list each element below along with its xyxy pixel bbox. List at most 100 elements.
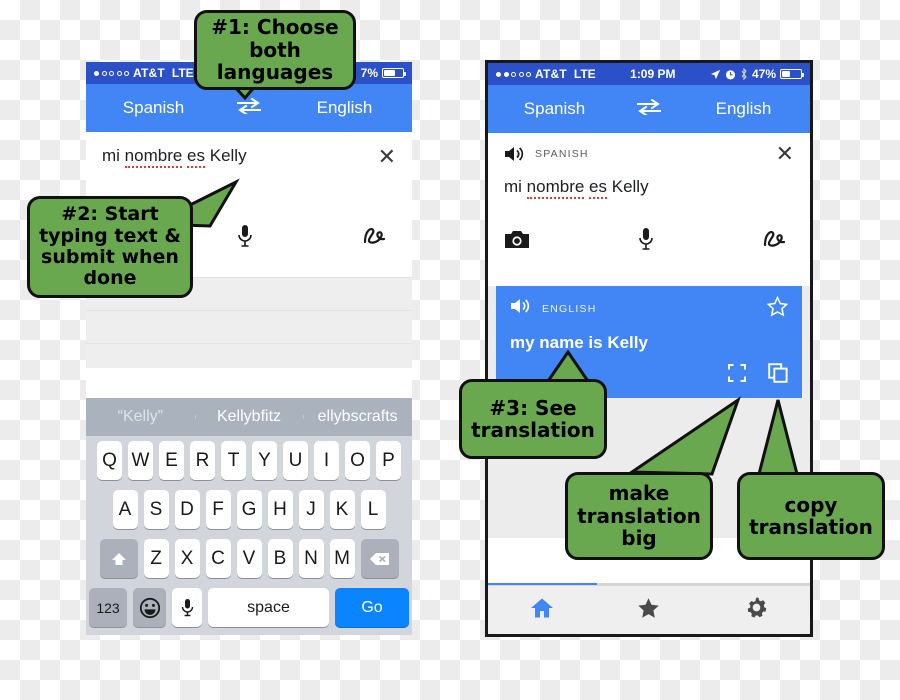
target-language-button[interactable]: English: [277, 98, 412, 118]
shift-key[interactable]: [99, 539, 138, 578]
suggestion-0[interactable]: “Kelly”: [86, 408, 195, 426]
status-bar-right: AT&T LTE 1:09 PM 47%: [488, 63, 810, 85]
key-a[interactable]: A: [112, 490, 138, 529]
keyboard-row-4: 123 space Go: [86, 583, 412, 635]
source-language-label: SPANISH: [535, 148, 589, 160]
keyboard-mic-key[interactable]: [172, 588, 202, 627]
key-t[interactable]: T: [221, 441, 246, 480]
microphone-icon: [639, 228, 653, 250]
handwriting-button-left[interactable]: [293, 224, 396, 253]
key-j[interactable]: J: [298, 490, 324, 529]
key-b[interactable]: B: [267, 539, 293, 578]
key-y[interactable]: Y: [252, 441, 277, 480]
key-n[interactable]: N: [298, 539, 324, 578]
key-v[interactable]: V: [236, 539, 262, 578]
key-h[interactable]: H: [267, 490, 293, 529]
key-i[interactable]: I: [314, 441, 339, 480]
bluetooth-icon: [741, 68, 747, 80]
callout-3-text: #3: See translation: [471, 395, 595, 442]
nav-settings-button[interactable]: [703, 596, 810, 624]
suggestion-1[interactable]: Kellybfitz: [194, 408, 304, 426]
carrier-label: AT&T: [133, 66, 165, 80]
callout-copy: copy translation: [737, 472, 885, 560]
emoji-key[interactable]: [133, 588, 166, 627]
source-text-plain1: mi: [102, 146, 125, 165]
signal-strength-icon: [496, 71, 531, 77]
star-filled-icon: [638, 597, 660, 618]
fullscreen-button[interactable]: [728, 364, 746, 387]
copy-button[interactable]: [768, 363, 788, 388]
suggestion-2[interactable]: ellybscrafts: [303, 408, 412, 426]
key-w[interactable]: W: [128, 441, 153, 480]
key-q[interactable]: Q: [97, 441, 122, 480]
callout-copy-tail: [757, 399, 799, 476]
key-u[interactable]: U: [283, 441, 308, 480]
location-arrow-icon: [710, 69, 721, 79]
handwriting-icon: [763, 230, 786, 247]
keyboard-row-1: Q W E R T Y U I O P: [86, 436, 412, 485]
suggestion-bar[interactable]: “Kelly” Kellybfitz ellybscrafts: [86, 398, 412, 436]
source-language-button[interactable]: Spanish: [488, 99, 621, 119]
favorite-star-button[interactable]: [766, 295, 789, 321]
numbers-key[interactable]: 123: [89, 588, 127, 627]
blank-area-2: [86, 311, 412, 343]
left-phone-screenshot: AT&T LTE 7% Spanish English mi nombre es…: [86, 62, 412, 635]
bottom-nav-bar[interactable]: [488, 585, 810, 634]
keyboard-row-2: A S D F G H J K L: [86, 485, 412, 534]
key-m[interactable]: M: [329, 539, 355, 578]
mic-button-right[interactable]: [599, 227, 694, 256]
key-o[interactable]: O: [345, 441, 370, 480]
nav-home-button[interactable]: [488, 597, 595, 624]
clear-input-icon[interactable]: ✕: [378, 146, 396, 168]
source-language-button[interactable]: Spanish: [86, 98, 221, 118]
key-l[interactable]: L: [360, 490, 386, 529]
callout-1: #1: Choose both languages: [194, 10, 356, 90]
key-c[interactable]: C: [205, 539, 231, 578]
misspelled-word-nombre: nombre: [124, 146, 183, 168]
camera-icon: [505, 230, 529, 248]
space-key[interactable]: space: [208, 588, 329, 627]
callout-copy-text: copy translation: [749, 492, 873, 539]
status-time-right: 1:09 PM: [630, 67, 676, 81]
speaker-button-source[interactable]: [504, 145, 524, 164]
callout-2: #2: Start typing text & submit when done: [27, 196, 193, 298]
callout-make-big-text: make translation big: [577, 481, 701, 551]
swap-languages-icon[interactable]: [621, 98, 677, 119]
misspelled-word-es: es: [187, 146, 206, 168]
key-f[interactable]: F: [205, 490, 231, 529]
go-key[interactable]: Go: [335, 588, 409, 627]
source-text-right[interactable]: mi nombre es Kelly: [488, 165, 810, 199]
callout-make-big-tail: [627, 396, 741, 476]
camera-button[interactable]: [504, 229, 599, 255]
star-outline-icon: [766, 295, 789, 317]
key-z[interactable]: Z: [143, 539, 169, 578]
misspelled-word-es: es: [589, 177, 608, 199]
onscreen-keyboard[interactable]: “Kelly” Kellybfitz ellybscrafts Q W E R …: [86, 398, 412, 635]
key-g[interactable]: G: [236, 490, 262, 529]
key-s[interactable]: S: [143, 490, 169, 529]
backspace-key[interactable]: [360, 539, 399, 578]
key-x[interactable]: X: [174, 539, 200, 578]
key-k[interactable]: K: [329, 490, 355, 529]
battery-icon: [382, 68, 406, 78]
swap-horizontal-icon: [637, 98, 661, 117]
key-d[interactable]: D: [174, 490, 200, 529]
key-r[interactable]: R: [190, 441, 215, 480]
source-text-left[interactable]: mi nombre es Kelly: [102, 146, 378, 168]
speaker-icon: [511, 299, 530, 313]
nav-starred-button[interactable]: [595, 597, 702, 624]
callout-1-text: #1: Choose both languages: [211, 15, 339, 85]
network-label: LTE: [573, 67, 596, 81]
translation-language-label: ENGLISH: [542, 302, 597, 315]
clear-input-icon[interactable]: ✕: [776, 143, 794, 165]
signal-strength-icon: [94, 70, 129, 76]
key-e[interactable]: E: [159, 441, 184, 480]
copy-icon: [768, 363, 788, 383]
handwriting-button-right[interactable]: [693, 227, 794, 256]
carrier-label: AT&T: [535, 67, 567, 81]
speaker-button-translation[interactable]: [510, 297, 530, 320]
source-text-plain2: Kelly: [205, 146, 247, 165]
target-language-button[interactable]: English: [677, 99, 810, 119]
key-p[interactable]: P: [376, 441, 401, 480]
alarm-clock-icon: [725, 69, 736, 79]
